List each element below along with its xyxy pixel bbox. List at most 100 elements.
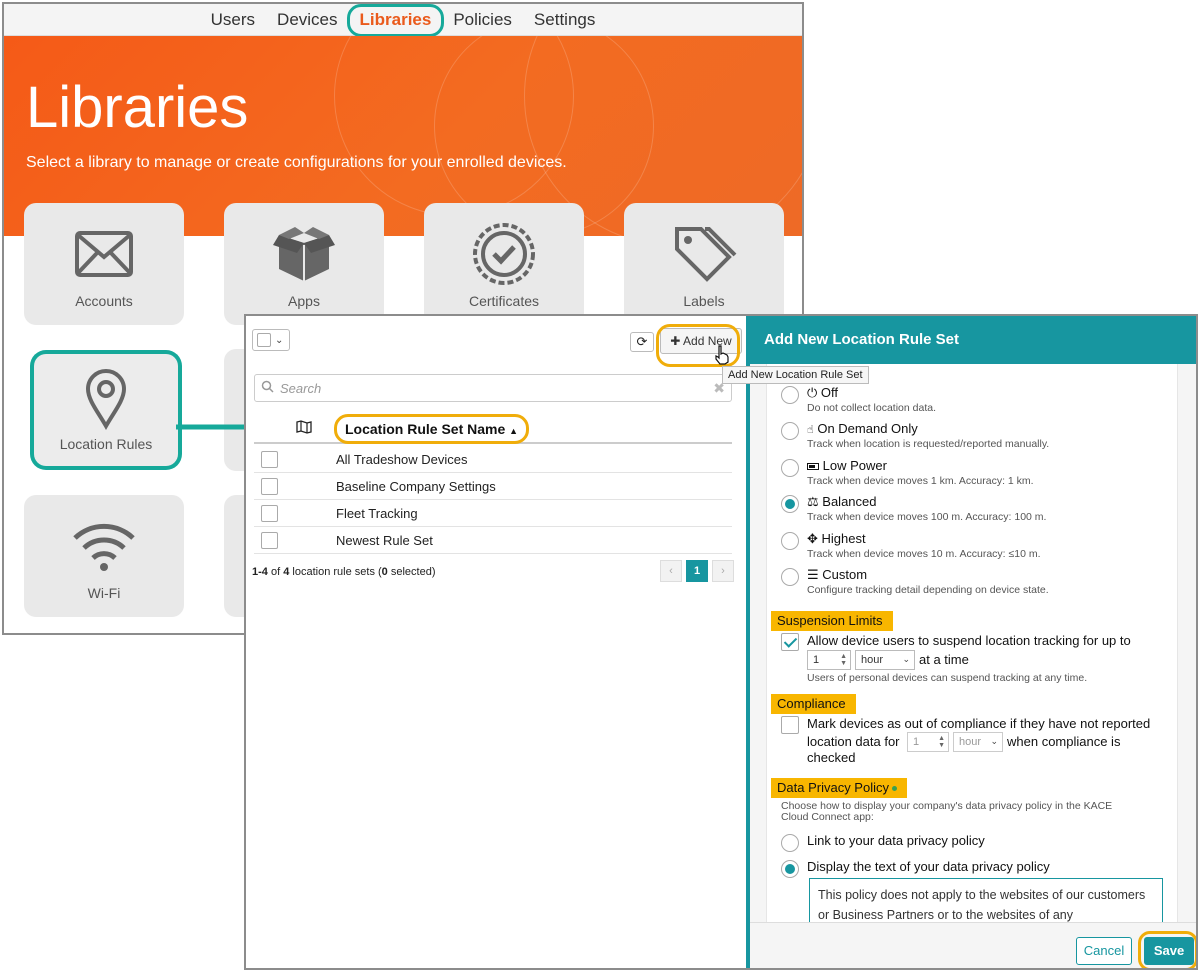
nav-devices[interactable]: Devices [266,10,348,30]
envelope-icon [75,223,133,285]
radio-button[interactable] [781,568,799,586]
refresh-button[interactable]: ⟳ [630,332,654,352]
location-rules-window: ⌄ ⟳ ✚ Add New Add New Location Rule Set … [244,314,1198,970]
nav-policies[interactable]: Policies [442,10,523,30]
radio-button[interactable] [781,860,799,878]
rule-set-name: Fleet Tracking [336,506,418,521]
chevron-down-icon: ⌄ [990,736,998,746]
chevron-down-icon: ⌄ [275,334,284,346]
rule-set-name: All Tradeshow Devices [336,452,468,467]
select-all-checkbox[interactable] [257,333,271,347]
top-navigation: Users Devices Libraries Policies Setting… [4,4,802,37]
compliance-label-line2: location data for [807,734,900,749]
suspension-unit-select[interactable]: hour ⌄ [855,650,915,670]
search-icon [261,380,274,396]
suspension-note: Users of personal devices can suspend tr… [807,672,1088,684]
prev-page-button[interactable]: ‹ [660,560,682,582]
add-new-tooltip: Add New Location Rule Set [722,366,869,384]
page-1-button[interactable]: 1 [686,560,708,582]
compliance-label-line1: Mark devices as out of compliance if the… [807,716,1151,731]
rule-set-list-pane: ⌄ ⟳ ✚ Add New Add New Location Rule Set … [246,316,869,968]
tile-wifi[interactable]: Wi-Fi [24,495,184,617]
sort-asc-icon: ▲ [509,426,519,436]
table-row[interactable]: Baseline Company Settings [254,473,732,500]
page-subtitle: Select a library to manage or create con… [26,154,567,171]
row-checkbox[interactable] [261,505,278,522]
bulk-select-dropdown[interactable]: ⌄ [252,329,290,351]
radio-button[interactable] [781,459,799,477]
hand-cursor-icon [715,345,729,365]
detail-footer: Cancel Save [750,922,1196,968]
tile-accounts[interactable]: Accounts [24,203,184,325]
row-checkbox[interactable] [261,451,278,468]
privacy-desc-line2: Cloud Connect app: [781,811,874,823]
table-row[interactable]: Fleet Tracking [254,500,732,527]
tile-label: Labels [683,293,725,309]
nav-settings[interactable]: Settings [523,10,606,30]
compliance-unit-select[interactable]: hour ⌄ [953,732,1003,752]
detail-pane: Add New Location Rule Set ⏻ Off Do not c… [750,316,1196,968]
tags-icon [671,223,737,285]
sliders-icon: ☰ [807,567,819,582]
compliance-duration-input[interactable]: 1 ▲ ▼ [907,732,949,752]
compliance-label-line2b: when compliance is [1007,734,1121,749]
tile-label: Certificates [468,293,540,309]
column-header-name[interactable]: Location Rule Set Name ▲ [334,414,530,444]
map-pin-icon [84,368,128,430]
suspension-label: Allow device users to suspend location t… [807,633,1131,648]
suspension-duration-input[interactable]: 1 ▲ ▼ [807,650,851,670]
nav-libraries[interactable]: Libraries [346,4,445,37]
tile-label: Wi-Fi [87,585,121,601]
refresh-icon: ⟳ [636,334,648,349]
radio-button[interactable] [781,386,799,404]
section-heading-suspension: Suspension Limits [771,611,893,631]
power-icon: ⏻ [807,385,818,400]
row-checkbox[interactable] [261,532,278,549]
tile-label: Accounts [75,293,133,309]
radio-button[interactable] [781,834,799,852]
privacy-policy-textarea[interactable]: This policy does not apply to the websit… [809,878,1163,926]
table-row[interactable]: All Tradeshow Devices [254,446,732,473]
rule-set-name: Baseline Company Settings [336,479,496,494]
battery-icon [807,463,819,471]
detail-form: ⏻ Off Do not collect location data. ☝ On… [766,364,1178,926]
chevron-down-icon: ⌄ [902,654,910,664]
stepper-icon: ▲ ▼ [938,735,945,749]
section-heading-privacy: Data Privacy Policy [771,778,907,798]
pagination: ‹ 1 › [660,560,734,582]
wifi-icon [71,515,137,577]
detail-title: Add New Location Rule Set [750,316,1196,364]
radio-button[interactable] [781,532,799,550]
compliance-checkbox[interactable] [781,716,799,734]
map-icon [296,420,312,439]
tile-label: Location Rules [59,436,153,452]
crosshair-icon: ✥ [807,531,818,546]
tile-labels[interactable]: Labels [624,203,784,325]
radio-button[interactable] [781,422,799,440]
stepper-icon: ▲ ▼ [840,653,847,667]
nav-users[interactable]: Users [200,10,266,30]
tile-certificates[interactable]: Certificates [424,203,584,325]
search-placeholder: Search [280,380,322,396]
rule-set-name: Newest Rule Set [336,533,433,548]
tile-apps[interactable]: Apps [224,203,384,325]
status-dot-icon [891,786,897,792]
next-page-button[interactable]: › [712,560,734,582]
hand-icon: ☝ [807,424,814,436]
page-title: Libraries [26,75,249,140]
search-input[interactable]: Search ✖ [254,374,732,402]
scale-icon: ⚖ [807,494,819,509]
row-checkbox[interactable] [261,478,278,495]
radio-button[interactable] [781,495,799,513]
section-heading-compliance: Compliance [771,694,856,714]
compliance-label-line3: checked [807,750,856,765]
certificate-seal-icon [473,223,535,285]
tile-label: Apps [288,293,320,309]
suspension-checkbox[interactable] [781,633,799,651]
tile-location-rules[interactable]: Location Rules [34,354,178,466]
open-box-icon [273,223,335,285]
suspension-suffix: at a time [919,652,969,667]
callout-highlight [1138,931,1196,968]
table-row[interactable]: Newest Rule Set [254,527,732,554]
cancel-button[interactable]: Cancel [1076,937,1132,965]
